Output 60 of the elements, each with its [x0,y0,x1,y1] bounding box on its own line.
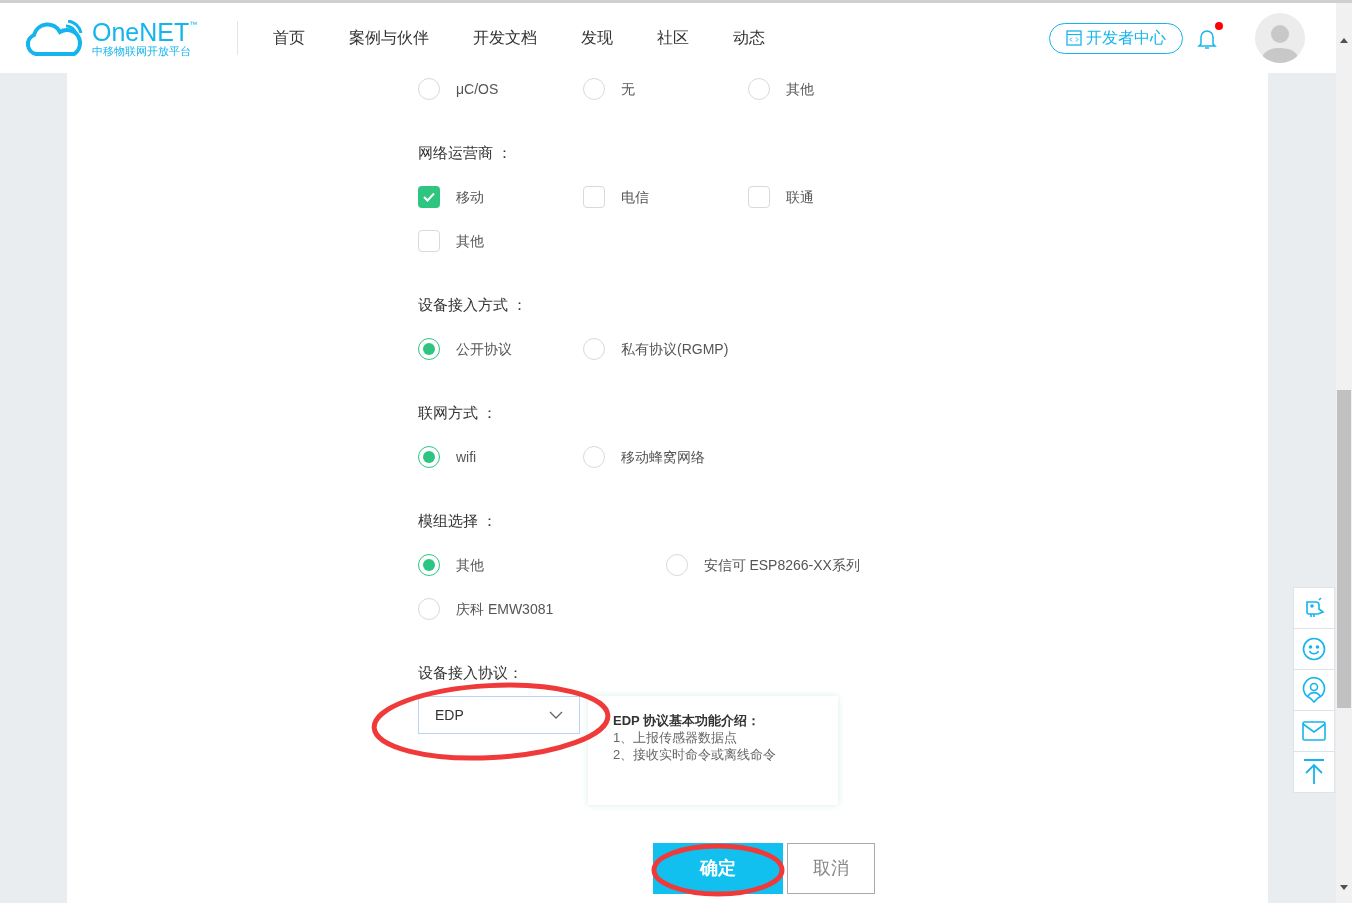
radio-button[interactable] [583,78,605,100]
radio-button[interactable] [418,78,440,100]
option-label: 无 [621,79,635,99]
option-label: 安信可 ESP8266-XX系列 [703,555,860,575]
scrollbar[interactable] [1336,3,1352,903]
checkbox[interactable] [583,186,605,208]
info-title: EDP 协议基本功能介绍： [613,712,762,729]
protocol-select[interactable]: EDP [418,696,580,734]
option-label: 公开协议 [456,339,512,359]
nav-link[interactable]: 发现 [581,26,614,50]
option-label: 私有协议(RGMP) [621,339,729,359]
option-label: μC/OS [456,79,499,99]
radio-button[interactable] [418,598,440,620]
chevron-down-icon [549,711,563,719]
checkmark-icon [422,190,436,204]
arrow-up-icon [1302,759,1326,785]
back-to-top-button[interactable] [1293,751,1335,793]
option-label: 其他 [456,231,484,251]
section-label: 联网方式 ： [418,402,499,423]
side-toolbar-button[interactable] [1293,628,1335,670]
option-label: 移动 [456,187,484,207]
trademark-mark: ™ [189,18,198,29]
section-label: 设备接入协议： [418,662,524,683]
option-label: 其他 [456,555,484,575]
option-label: 其他 [786,79,814,99]
nav-link[interactable]: 案例与伙伴 [349,26,430,50]
option-label: 庆科 EMW3081 [456,599,554,619]
side-toolbar-button[interactable] [1293,710,1335,752]
option-label: 联通 [786,187,814,207]
checkbox[interactable] [748,186,770,208]
section-label: 设备接入方式 ： [418,294,529,315]
option-label: 电信 [621,187,649,207]
section-label: 模组选择 ： [418,510,499,531]
radio-button[interactable] [748,78,770,100]
smiley-icon [1302,637,1326,661]
logo-wordmark: OneNET [92,18,190,45]
option-label: 移动蜂窝网络 [621,447,705,467]
radio-button[interactable] [665,554,688,576]
avatar[interactable] [1255,13,1305,63]
side-toolbar-button[interactable] [1293,587,1335,629]
logo-subtitle: 中移物联网开放平台 [92,44,192,58]
side-toolbar-button[interactable] [1293,669,1335,711]
cancel-button[interactable]: 取消 [787,843,875,894]
section-label: 网络运营商 ： [418,142,514,163]
nav-link[interactable]: 社区 [657,26,690,50]
cloud-logo-icon [24,20,84,56]
nav-link[interactable]: 开发文档 [473,26,538,50]
option-label: wifi [456,447,477,467]
info-line: 2、接收实时命令或离线命令 [613,746,778,763]
envelope-icon [1302,721,1326,741]
info-line: 1、上报传感器数据点 [613,729,739,746]
radio-button[interactable] [583,338,605,360]
nav-link[interactable]: 动态 [733,26,766,50]
nav-link[interactable]: 首页 [273,26,306,50]
location-person-icon [1302,677,1326,703]
checkbox[interactable] [418,230,440,252]
code-window-icon [1066,30,1082,46]
bell-icon[interactable] [1197,28,1217,50]
checkbox[interactable] [418,186,440,208]
radio-button[interactable] [583,446,605,468]
